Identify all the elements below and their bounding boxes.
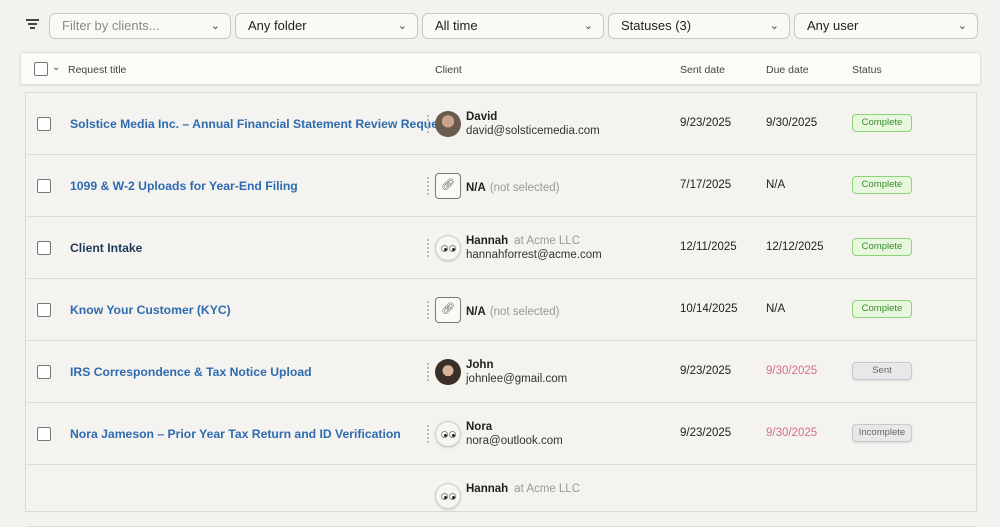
user-select-value: Any user [807,18,859,33]
client-email: hannahforrest@acme.com [466,249,602,261]
status-badge: Complete [852,300,912,318]
time-select[interactable]: All time ⌄ [422,13,604,39]
avatar [435,235,461,261]
filter-icon[interactable] [26,19,39,31]
client-not-selected: (not selected) [489,182,560,194]
client-organization: at Acme LLC [514,483,581,495]
filter-bar: Filter by clients... ⌄ Any folder ⌄ All ti… [0,13,1000,39]
request-title-link[interactable]: Client Intake [70,241,142,255]
drag-handle-icon[interactable] [427,363,429,381]
client-filter-placeholder: Filter by clients... [62,18,160,33]
select-all-checkbox[interactable] [34,62,48,76]
drag-handle-icon[interactable] [427,177,429,195]
due-date: 12/12/2025 [766,241,824,253]
chevron-down-icon: ⌄ [957,20,967,32]
avatar [435,421,461,447]
client-email: johnlee@gmail.com [466,373,568,385]
folder-select[interactable]: Any folder ⌄ [235,13,418,39]
link-icon: 🔗︎ [435,173,461,199]
sent-date: 9/23/2025 [680,117,732,129]
client-na: N/A [466,306,486,318]
client-filter-input[interactable]: Filter by clients... ⌄ [49,13,231,39]
table-row[interactable]: Know Your Customer (KYC) 🔗︎ N/A (not sele… [26,279,976,341]
drag-handle-icon[interactable] [427,239,429,257]
drag-handle-icon[interactable] [427,115,429,133]
due-date-overdue: 9/30/2025 [766,427,818,439]
sent-date: 7/17/2025 [680,179,732,191]
client-first-name: Hannah [466,235,509,247]
status-badge: Sent [852,362,912,380]
table-row[interactable]: 1099 & W-2 Uploads for Year-End Filing 🔗… [26,155,976,217]
client-organization: at Acme LLC [514,235,581,247]
avatar [435,483,461,509]
client-name: N/A (not selected) [466,182,560,194]
due-date: N/A [766,303,786,315]
folder-select-value: Any folder [248,18,307,33]
sent-date: 9/23/2025 [680,427,732,439]
client-name: N/A (not selected) [466,306,560,318]
column-header-sent-date[interactable]: Sent date [680,64,725,76]
client-not-selected: (not selected) [489,306,560,318]
sent-date: 10/14/2025 [680,303,738,315]
column-header-due-date[interactable]: Due date [766,64,809,76]
status-badge: Complete [852,238,912,256]
client-name: Nora [466,421,493,433]
row-checkbox[interactable] [37,427,51,441]
chevron-down-icon: ⌄ [769,20,779,32]
request-title-link[interactable]: 1099 & W-2 Uploads for Year-End Filing [70,179,298,193]
client-na: N/A [466,182,486,194]
row-checkbox[interactable] [37,303,51,317]
due-date: 9/30/2025 [766,117,818,129]
drag-handle-icon[interactable] [427,425,429,443]
time-select-value: All time [435,18,478,33]
row-checkbox[interactable] [37,117,51,131]
request-title-link[interactable]: Nora Jameson – Prior Year Tax Return and… [70,427,401,441]
row-checkbox[interactable] [37,179,51,193]
row-checkbox[interactable] [37,365,51,379]
sent-date: 12/11/2025 [680,241,737,253]
user-select[interactable]: Any user ⌄ [794,13,978,39]
request-title-link[interactable]: Solstice Media Inc. – Annual Financial S… [70,117,449,131]
client-name: David [466,111,498,123]
client-email: nora@outlook.com [466,435,563,447]
chevron-down-icon: ⌄ [210,20,220,32]
table-row[interactable]: Hannah at Acme LLC [26,465,976,527]
drag-handle-icon[interactable] [427,301,429,319]
link-icon: 🔗︎ [435,297,461,323]
status-badge: Complete [852,114,912,132]
table-header: ⌄ Request title Client Sent date Due dat… [20,52,981,85]
requests-table: Solstice Media Inc. – Annual Financial S… [25,92,977,527]
column-header-status[interactable]: Status [852,64,882,76]
client-first-name: Hannah [466,483,509,495]
request-title-link[interactable]: IRS Correspondence & Tax Notice Upload [70,365,312,379]
client-name: John [466,359,494,371]
client-email: david@solsticemedia.com [466,125,600,137]
status-badge: Complete [852,176,912,194]
avatar [435,111,461,137]
row-checkbox[interactable] [37,241,51,255]
table-row[interactable]: Client Intake Hannah at Acme LLC hannahfo… [26,217,976,279]
request-title-link[interactable]: Know Your Customer (KYC) [70,303,231,317]
select-menu-chevron-icon[interactable]: ⌄ [52,62,60,73]
chevron-down-icon: ⌄ [397,20,407,32]
column-header-title[interactable]: Request title [68,64,126,76]
due-date: N/A [766,179,786,191]
avatar [435,359,461,385]
status-select[interactable]: Statuses (3) ⌄ [608,13,790,39]
sent-date: 9/23/2025 [680,365,732,377]
table-row[interactable]: IRS Correspondence & Tax Notice Upload J… [26,341,976,403]
table-row[interactable]: Nora Jameson – Prior Year Tax Return and… [26,403,976,465]
status-badge: Incomplete [852,424,912,442]
chevron-down-icon: ⌄ [583,20,593,32]
status-select-value: Statuses (3) [621,18,692,33]
client-name: Hannah at Acme LLC [466,483,580,495]
due-date-overdue: 9/30/2025 [766,365,818,377]
client-name: Hannah at Acme LLC [466,235,580,247]
table-row[interactable]: Solstice Media Inc. – Annual Financial S… [26,93,976,155]
column-header-client[interactable]: Client [435,64,462,76]
